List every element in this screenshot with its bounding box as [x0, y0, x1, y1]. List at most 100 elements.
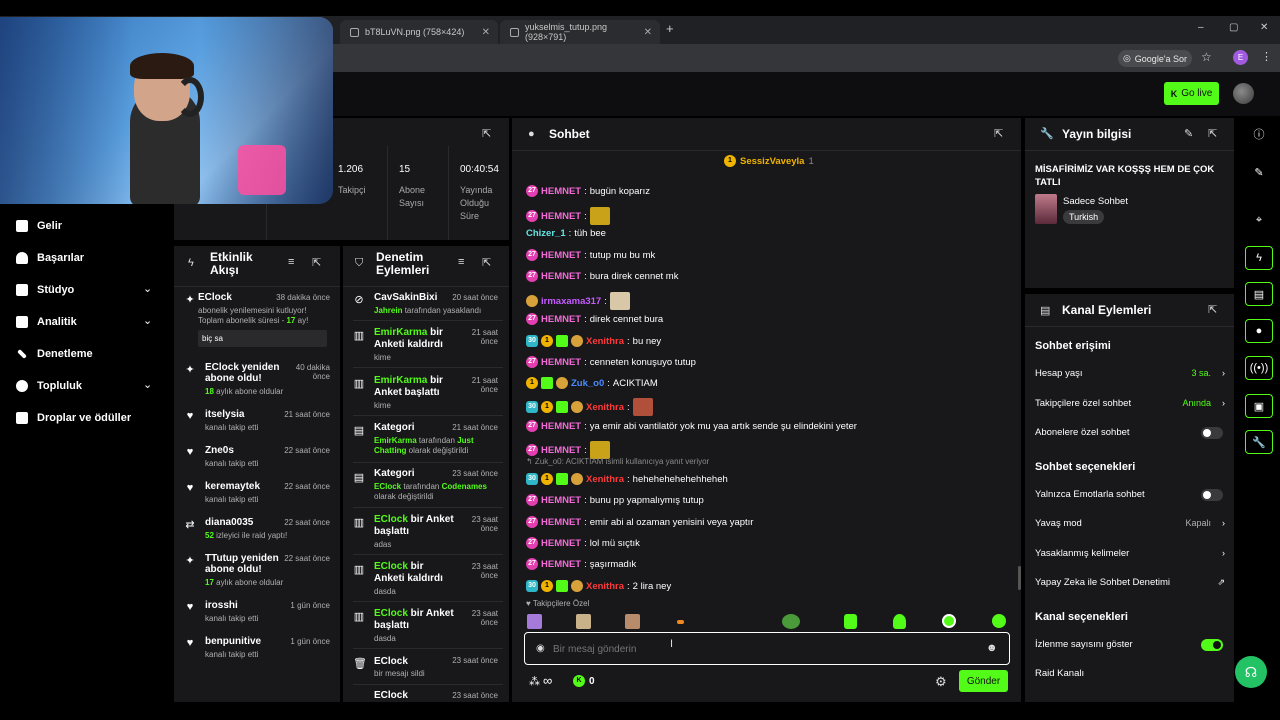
- nav-item-gelir[interactable]: Gelir: [16, 216, 62, 236]
- chat-message[interactable]: irmaxama317:: [526, 292, 630, 310]
- chat-username[interactable]: HEMNET: [541, 314, 581, 325]
- category-thumbnail[interactable]: [1035, 194, 1057, 224]
- chat-settings-icon[interactable]: ⚙: [935, 674, 947, 690]
- filter-icon[interactable]: ≡: [458, 256, 464, 268]
- chat-message[interactable]: 30 1 Xenithra: hehehehehehehheheh: [526, 473, 728, 485]
- activity-name[interactable]: diana0035: [205, 517, 253, 528]
- maximize-icon[interactable]: ▢: [1229, 22, 1238, 33]
- close-tab-icon[interactable]: ✕: [482, 27, 490, 38]
- chevron-down-icon[interactable]: ⌄: [143, 282, 152, 295]
- activity-name[interactable]: Zne0s: [205, 445, 234, 456]
- chat-message-input[interactable]: [553, 640, 973, 658]
- browser-tab[interactable]: bT8LuVN.png (758×424) ✕: [340, 20, 498, 44]
- browser-tab[interactable]: yukselmis_tutup.png (928×791) ✕: [500, 20, 660, 44]
- emote-icon[interactable]: [942, 614, 956, 628]
- info-icon[interactable]: ⓘ: [1245, 122, 1273, 146]
- mod-title[interactable]: EClock: [374, 690, 408, 700]
- nav-item-denetleme[interactable]: Denetleme: [16, 344, 93, 364]
- nav-item-topluluk[interactable]: Topluluk: [16, 376, 82, 396]
- emote-icon[interactable]: [893, 614, 906, 629]
- send-button[interactable]: Gönder: [959, 670, 1008, 692]
- chat-username[interactable]: HEMNET: [541, 271, 581, 282]
- chat-message[interactable]: 27 HEMNET: emir abi al ozaman yenisini vey…: [526, 516, 753, 528]
- chat-username[interactable]: HEMNET: [541, 211, 581, 222]
- pinned-gifter[interactable]: 1 SessizVaveyla 1: [724, 155, 814, 167]
- emote-icon[interactable]: [576, 614, 591, 629]
- banned-words-row[interactable]: Yasaklanmış kelimeler ›: [1035, 548, 1225, 559]
- support-headset-icon[interactable]: ☊: [1235, 656, 1267, 688]
- chat-message[interactable]: 27 HEMNET: şaşırmadık: [526, 558, 636, 570]
- ai-moderation-row[interactable]: Yapay Zeka ile Sohbet Denetimi ⇗: [1035, 577, 1225, 588]
- chat-username[interactable]: Zuk_o0: [571, 378, 604, 389]
- activity-name[interactable]: EClock: [198, 292, 232, 303]
- chat-username[interactable]: HEMNET: [541, 421, 581, 432]
- reply-icon[interactable]: ◉: [536, 643, 545, 654]
- chat-message[interactable]: 30 1 Xenithra:2 lira ney: [526, 580, 671, 592]
- chat-message[interactable]: 30 1 Xenithra: bu ney: [526, 335, 661, 347]
- mod-title[interactable]: Kategori: [374, 422, 415, 433]
- chat-emote[interactable]: [609, 292, 630, 310]
- activity-name[interactable]: benpunitive: [205, 636, 261, 647]
- chat-icon[interactable]: ●: [1245, 319, 1273, 343]
- nav-item-analitik[interactable]: Analitik: [16, 312, 77, 332]
- mod-title[interactable]: EClock bir Anketi kaldırdı: [374, 561, 454, 585]
- browser-menu-icon[interactable]: ⋮: [1261, 50, 1272, 63]
- emoji-picker-icon[interactable]: ☻: [986, 642, 998, 654]
- chat-username[interactable]: Xenithra: [586, 581, 624, 592]
- notes-icon[interactable]: ▤: [1245, 282, 1273, 306]
- chat-message[interactable]: 27 HEMNET: direk cennet bura: [526, 313, 663, 325]
- emote-icon[interactable]: [992, 614, 1006, 628]
- bookmark-star-icon[interactable]: ☆: [1201, 50, 1212, 64]
- profile-button[interactable]: E: [1233, 50, 1248, 65]
- subs-only-toggle[interactable]: [1201, 427, 1223, 439]
- activity-name[interactable]: TTutup yeniden abone oldu!: [205, 553, 285, 575]
- new-tab-button[interactable]: +: [666, 21, 674, 36]
- chat-username[interactable]: HEMNET: [541, 250, 581, 261]
- nav-item-basarilar[interactable]: Başarılar: [16, 248, 84, 268]
- popout-icon[interactable]: ⇱: [312, 256, 321, 269]
- user-avatar[interactable]: [1233, 83, 1254, 104]
- mod-title[interactable]: Kategori: [374, 468, 415, 479]
- emote-icon[interactable]: [782, 614, 800, 629]
- edit-pencil-icon[interactable]: ✎: [1245, 160, 1273, 184]
- broadcast-icon[interactable]: ((•)): [1245, 356, 1273, 380]
- channel-points-icon[interactable]: ⁂: [529, 675, 540, 688]
- mod-title[interactable]: EmirKarma bir Anket başlattı: [374, 375, 449, 399]
- stream-category[interactable]: Sadece Sohbet: [1063, 196, 1128, 207]
- chat-username[interactable]: Xenithra: [586, 336, 624, 347]
- chat-message[interactable]: 27 HEMNET: bura direk cennet mk: [526, 270, 678, 282]
- go-live-button[interactable]: K Go live: [1164, 82, 1219, 105]
- followers-only-row[interactable]: Takipçilere özel sohbet Anında ›: [1035, 398, 1225, 409]
- chat-username[interactable]: irmaxama317: [541, 296, 601, 307]
- lightning-icon[interactable]: ϟ: [1245, 246, 1273, 270]
- popout-icon[interactable]: ⇱: [482, 256, 491, 269]
- activity-name[interactable]: irosshi: [205, 600, 238, 611]
- mod-title[interactable]: EClock: [374, 656, 408, 667]
- account-age-row[interactable]: Hesap yaşı 3 sa. ›: [1035, 368, 1225, 379]
- chat-message[interactable]: 1 Zuk_o0: ACIKTIAM: [526, 377, 658, 389]
- popout-icon[interactable]: ⇱: [1208, 127, 1217, 140]
- chat-message[interactable]: 27 HEMNET: cenneten konuşuyo tutup: [526, 356, 696, 368]
- chat-username[interactable]: HEMNET: [541, 445, 581, 456]
- popout-icon[interactable]: ⇱: [1208, 303, 1217, 316]
- chat-message[interactable]: 27 HEMNET:: [526, 207, 610, 225]
- activity-name[interactable]: EClock yeniden abone oldu!: [205, 362, 285, 384]
- crosshair-icon[interactable]: ⌖: [1245, 208, 1273, 232]
- popout-icon[interactable]: ⇱: [994, 127, 1003, 140]
- reply-context[interactable]: ↰ Zuk_o0: ACIKTIAM isimli kullanıcıya ya…: [526, 457, 709, 466]
- chat-emote[interactable]: [632, 398, 653, 416]
- kick-points-icon[interactable]: K: [573, 675, 585, 687]
- chat-username[interactable]: HEMNET: [541, 538, 581, 549]
- google-ask-button[interactable]: ◎ Google'a Sor: [1118, 50, 1192, 67]
- chevron-down-icon[interactable]: ⌄: [143, 378, 152, 391]
- chat-scrollbar[interactable]: [1018, 566, 1021, 590]
- filter-icon[interactable]: ≡: [288, 256, 294, 268]
- emote-icon[interactable]: [844, 614, 857, 629]
- chat-username[interactable]: Xenithra: [586, 474, 624, 485]
- slow-mode-row[interactable]: Yavaş mod Kapalı ›: [1035, 518, 1225, 529]
- raid-channel-row[interactable]: Raid Kanalı: [1035, 668, 1225, 679]
- chat-username[interactable]: HEMNET: [541, 517, 581, 528]
- chat-message[interactable]: 30 1 Xenithra:: [526, 398, 653, 416]
- nav-item-droplar[interactable]: Droplar ve ödüller: [16, 408, 131, 428]
- close-tab-icon[interactable]: ✕: [644, 27, 652, 38]
